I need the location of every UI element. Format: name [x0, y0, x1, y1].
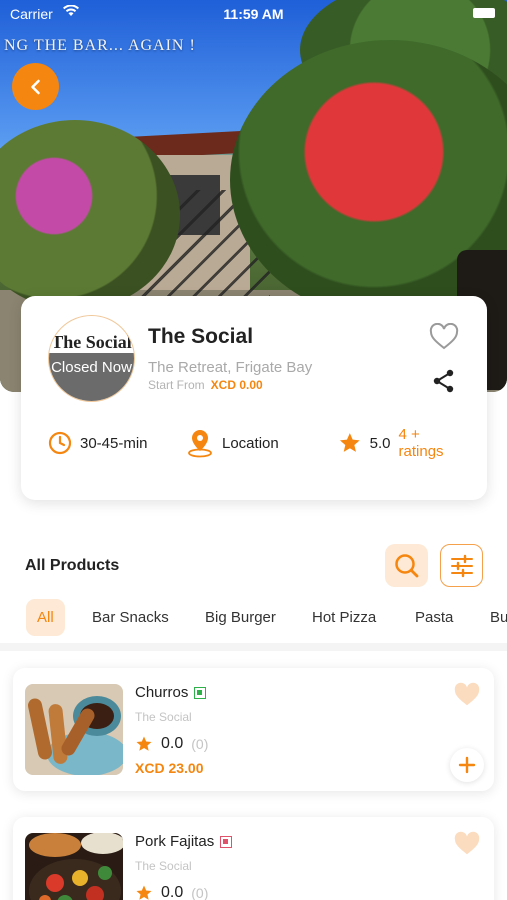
clock: 11:59 AM: [223, 6, 284, 22]
product-name-text: Pork Fajitas: [135, 833, 215, 850]
store-info-card: The Social Closed Now The Social The Ret…: [21, 296, 487, 500]
start-from-label: Start From: [148, 378, 205, 392]
product-name: Pork Fajitas: [135, 833, 233, 850]
product-image: [25, 684, 123, 775]
plus-icon: [458, 756, 476, 774]
product-card[interactable]: Churros The Social 0.0 (0) XCD 23.00: [13, 668, 494, 791]
status-bar: Carrier 11:59 AM: [0, 0, 507, 28]
delivery-time-label: 30-45-min: [80, 434, 148, 452]
non-veg-indicator-icon: [220, 836, 233, 849]
hero-banner-text: NG THE BAR... AGAIN !: [4, 37, 196, 54]
product-price: XCD 23.00: [135, 760, 204, 776]
location-pin-icon: [188, 430, 212, 458]
filter-button[interactable]: [440, 544, 483, 587]
product-store: The Social: [135, 710, 192, 724]
sliders-icon: [450, 554, 473, 577]
search-button[interactable]: [385, 544, 428, 587]
tab-hot-pizza[interactable]: Hot Pizza: [312, 599, 376, 636]
clock-icon: [48, 431, 72, 455]
store-meta-row: 30-45-min Location 5.0 4 + ratings: [48, 426, 468, 460]
star-icon: [136, 736, 152, 751]
product-card[interactable]: Pork Fajitas The Social 0.0 (0): [13, 817, 494, 900]
product-rating-count: (0): [191, 885, 209, 900]
start-price: XCD 0.00: [210, 378, 263, 392]
favorite-heart-icon[interactable]: [453, 831, 481, 857]
star-icon: [136, 885, 152, 900]
store-name: The Social: [148, 325, 254, 348]
product-rating: 0.0 (0): [135, 735, 208, 753]
share-icon[interactable]: [431, 368, 457, 394]
search-icon: [394, 553, 418, 577]
chevron-left-icon: [30, 79, 40, 94]
section-divider: [0, 643, 507, 651]
product-name-text: Churros: [135, 684, 189, 701]
product-store: The Social: [135, 859, 192, 873]
product-name: Churros: [135, 684, 207, 701]
battery-icon: [473, 8, 495, 18]
store-logo: The Social Closed Now: [48, 315, 135, 402]
tab-big-burger[interactable]: Big Burger: [205, 599, 276, 636]
closed-badge: Closed Now: [49, 353, 134, 401]
logo-text: The Social: [51, 332, 132, 352]
store-rating: 5.0 4 + ratings: [338, 426, 468, 460]
tab-pasta[interactable]: Pasta: [415, 599, 453, 636]
start-from: Start From XCD 0.00: [148, 378, 263, 392]
product-rating-value: 0.0: [161, 884, 184, 900]
delivery-time: 30-45-min: [48, 428, 148, 458]
product-rating-count: (0): [191, 736, 209, 752]
back-button[interactable]: [12, 63, 59, 110]
favorite-heart-icon[interactable]: [453, 682, 481, 708]
star-icon: [339, 433, 360, 452]
tab-bar-snacks[interactable]: Bar Snacks: [92, 599, 169, 636]
ratings-count[interactable]: 4 + ratings: [399, 426, 468, 460]
product-image: [25, 833, 123, 900]
store-address: The Retreat, Frigate Bay: [148, 359, 313, 376]
favorite-heart-icon[interactable]: [429, 323, 459, 351]
tab-bu[interactable]: Bu: [490, 599, 507, 636]
location-link[interactable]: Location: [186, 428, 279, 458]
rating-value: 5.0: [369, 434, 391, 452]
add-to-cart-button[interactable]: [450, 748, 484, 782]
location-label: Location: [222, 434, 279, 452]
product-rating-value: 0.0: [161, 735, 184, 752]
product-rating: 0.0 (0): [135, 884, 208, 900]
section-title: All Products: [25, 557, 120, 574]
tab-all[interactable]: All: [26, 599, 65, 636]
veg-indicator-icon: [194, 687, 207, 700]
